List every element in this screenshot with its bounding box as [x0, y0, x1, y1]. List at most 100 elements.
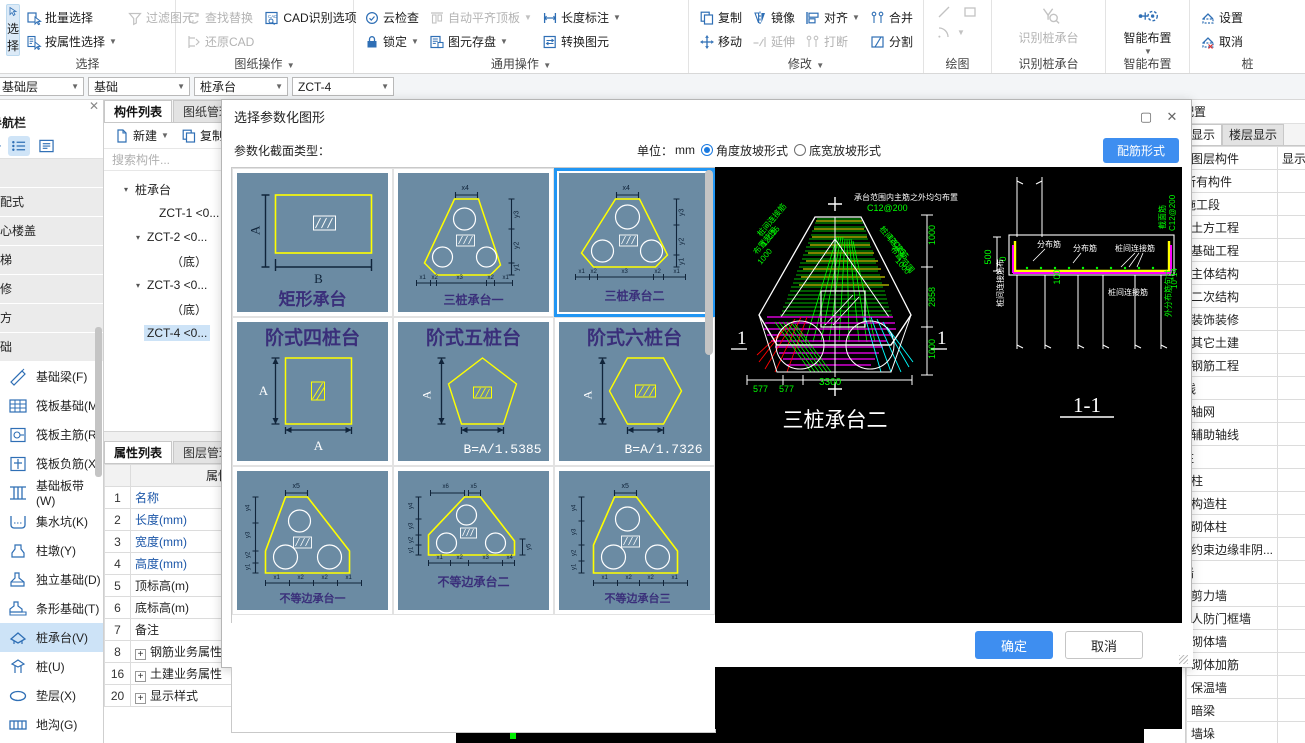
ribbon-item-move[interactable]: 移动	[695, 31, 746, 52]
table-row[interactable]: 线	[1185, 376, 1305, 400]
shape-option-uneven-cap-2[interactable]: x6 x5 y4 y3 y2 y1 y5 x1 x2 x3 x4 不等边承台二	[393, 466, 554, 615]
layer-display[interactable]	[1277, 399, 1305, 423]
radio-angle-slope[interactable]	[700, 144, 713, 156]
table-row[interactable]: 暗梁	[1185, 698, 1305, 722]
ribbon-item-mirror[interactable]: 镜像	[748, 7, 799, 28]
shape-option-uneven-cap-1[interactable]: x5 y4 y3 y2 y1 x1 x2 x2 x1 不等边承台一	[232, 466, 393, 615]
chevron-down-icon[interactable]: ▼	[411, 37, 419, 46]
nav-item-trench[interactable]: 地沟(G)	[0, 710, 103, 739]
layer-display[interactable]	[1277, 583, 1305, 607]
layer-display[interactable]	[1277, 652, 1305, 676]
select-tool-button[interactable]: 选择	[6, 4, 21, 56]
ribbon-item-set[interactable]: 设置	[1196, 7, 1247, 28]
nav-item-raft-main-rebar[interactable]: 筏板主筋(R)	[0, 420, 103, 449]
table-row[interactable]: 人防门框墙	[1185, 606, 1305, 630]
layer-display[interactable]	[1277, 698, 1305, 722]
ribbon-item-convert-element[interactable]: 转换图元	[538, 31, 625, 52]
nav-category-kongxinlougai[interactable]: 空心楼盖	[0, 217, 103, 245]
combo-level[interactable]: 基础层 ▼	[0, 77, 84, 96]
nav-item-column-pedestal[interactable]: 柱墩(Y)	[0, 536, 103, 565]
radio-bottom-width-slope[interactable]	[793, 144, 806, 156]
tab-component-list[interactable]: 构件列表	[104, 100, 173, 122]
chevron-down-icon[interactable]: ▼	[177, 82, 185, 91]
layer-display[interactable]	[1277, 721, 1305, 743]
chevron-down-icon[interactable]: ▼	[543, 61, 551, 70]
nav-item-foundation-slab-band[interactable]: 基础板带(W)	[0, 478, 103, 508]
nav-item-cushion[interactable]: 垫层(X)	[0, 681, 103, 710]
chevron-down-icon[interactable]: ▾	[132, 281, 144, 290]
table-row[interactable]: 二次结构	[1185, 284, 1305, 308]
ok-button[interactable]: 确定	[975, 631, 1053, 659]
nav-item-pile[interactable]: 桩(U)	[0, 652, 103, 681]
chevron-down-icon[interactable]: ▾	[132, 233, 144, 242]
shape-option-tri-cap-1[interactable]: x4 y3 y2 y1 x1 x2 x3 x2 x1 三桩承台一	[393, 168, 554, 317]
table-row[interactable]: 剪力墙	[1185, 583, 1305, 607]
chevron-down-icon[interactable]: ▾	[120, 185, 132, 194]
nav-item-brick-formwork[interactable]: 砖胎膜	[0, 739, 103, 743]
table-row[interactable]: 砌体加筋	[1185, 652, 1305, 676]
chevron-down-icon[interactable]: ▼	[613, 13, 621, 22]
nav-item-isolated-foundation[interactable]: 独立基础(D)	[0, 565, 103, 594]
expand-icon[interactable]: +	[135, 693, 146, 704]
table-row[interactable]: 柱	[1185, 445, 1305, 469]
layer-display[interactable]	[1277, 238, 1305, 262]
table-row[interactable]: 砌体柱	[1185, 514, 1305, 538]
table-row[interactable]: 基础工程	[1185, 238, 1305, 262]
expand-icon[interactable]: +	[135, 671, 146, 682]
combo-category[interactable]: 基础 ▼	[88, 77, 190, 96]
close-icon[interactable]: ✕	[89, 99, 99, 113]
layer-display[interactable]	[1277, 514, 1305, 538]
smart-layout-button[interactable]: 智能布置 ▼	[1116, 4, 1180, 56]
layer-display[interactable]	[1277, 422, 1305, 446]
close-icon[interactable]: ✕	[1159, 105, 1185, 129]
table-row[interactable]: 钢筋工程	[1185, 353, 1305, 377]
chevron-down-icon[interactable]: ▼	[71, 82, 79, 91]
nav-item-strip-foundation[interactable]: 条形基础(T)	[0, 594, 103, 623]
ribbon-item-align[interactable]: 对齐 ▼	[801, 7, 864, 28]
combo-component-type[interactable]: 桩承台 ▼	[194, 77, 288, 96]
ribbon-item-element-save[interactable]: 图元存盘 ▼	[425, 31, 536, 52]
shape-gallery-scrollbar[interactable]	[705, 170, 713, 355]
chevron-down-icon[interactable]: ▼	[275, 82, 283, 91]
layer-display[interactable]	[1277, 353, 1305, 377]
layer-display[interactable]	[1277, 560, 1305, 584]
chevron-down-icon[interactable]: ▼	[109, 37, 117, 46]
shape-option-tri-cap-2[interactable]: x4 y3 y2 y1 x1 x2 x3 x2 x1 三桩承台二	[554, 168, 715, 317]
shape-option-stepped-5-pile[interactable]: 阶式五桩台 A B=A/1.5385	[393, 317, 554, 466]
layer-display[interactable]	[1277, 307, 1305, 331]
combo-component-name[interactable]: ZCT-4 ▼	[292, 77, 394, 96]
ribbon-item-copy[interactable]: 复制	[695, 7, 746, 28]
cancel-button[interactable]: 取消	[1065, 631, 1143, 659]
ribbon-item-batch-select[interactable]: 批量选择	[22, 7, 121, 28]
chevron-down-icon[interactable]: ▼	[287, 61, 295, 70]
layer-display[interactable]	[1277, 330, 1305, 354]
ribbon-item-cad-recognize-options[interactable]: CAD CAD识别选项	[260, 7, 360, 28]
chevron-down-icon[interactable]: ▼	[957, 28, 965, 37]
table-row[interactable]: 墙	[1185, 560, 1305, 584]
ribbon-item-split[interactable]: 分割	[866, 31, 917, 52]
ribbon-item-merge[interactable]: 合并	[866, 7, 917, 28]
nav-item-raft-negative-rebar[interactable]: 筏板负筋(X)	[0, 449, 103, 478]
table-row[interactable]: 其它土建	[1185, 330, 1305, 354]
nav-scrollbar[interactable]	[95, 327, 102, 477]
rectangle-icon[interactable]	[962, 4, 978, 20]
table-row[interactable]: 轴网	[1185, 399, 1305, 423]
nav-category-zhuangxiu[interactable]: 装修	[0, 275, 103, 303]
table-row[interactable]: 砌体墙	[1185, 629, 1305, 653]
ribbon-item-cloud-check[interactable]: 云检查	[360, 7, 423, 28]
layer-display[interactable]	[1277, 169, 1305, 193]
shape-option-stepped-4-pile[interactable]: 阶式四桩台 A A	[232, 317, 393, 466]
table-row[interactable]: 装饰装修	[1185, 307, 1305, 331]
dialog-resize-handle[interactable]	[1179, 655, 1188, 664]
add-icon[interactable]: +	[0, 138, 2, 153]
layer-display[interactable]	[1277, 537, 1305, 561]
layer-display[interactable]	[1277, 606, 1305, 630]
arc-icon[interactable]	[936, 24, 952, 40]
ribbon-item-length-dimension[interactable]: 长度标注 ▼	[538, 7, 625, 28]
layer-display[interactable]	[1277, 192, 1305, 216]
table-row[interactable]: 所有构件	[1185, 169, 1305, 193]
rebar-form-button[interactable]: 配筋形式	[1102, 137, 1179, 163]
list-view-button[interactable]	[7, 135, 30, 156]
ribbon-item-lock[interactable]: 锁定 ▼	[360, 31, 423, 52]
table-row[interactable]: 辅助轴线	[1185, 422, 1305, 446]
